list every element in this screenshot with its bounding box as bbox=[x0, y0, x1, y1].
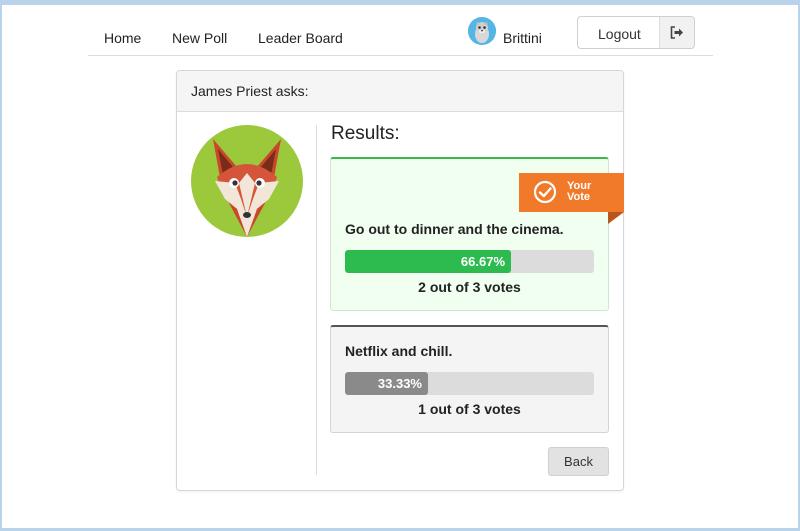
logout-button[interactable]: Logout bbox=[577, 16, 695, 49]
nav-leader-board-link[interactable]: Leader Board bbox=[258, 30, 343, 46]
vertical-divider bbox=[316, 125, 317, 475]
poll-result-card: James Priest asks: Results: Go out to di… bbox=[176, 70, 624, 491]
option-progress-fill: 66.67% bbox=[345, 250, 511, 273]
option-percent-label: 66.67% bbox=[460, 254, 505, 269]
top-nav: Home New Poll Leader Board Brittini Logo… bbox=[88, 5, 713, 56]
option-percent-label: 33.33% bbox=[377, 376, 422, 391]
logout-label: Logout bbox=[598, 26, 641, 42]
your-vote-label: Your Vote bbox=[567, 180, 592, 203]
results-title: Results: bbox=[331, 123, 400, 144]
nav-home-link[interactable]: Home bbox=[104, 30, 141, 46]
poll-option-other: Netflix and chill. 33.33% 1 out of 3 vot… bbox=[330, 325, 609, 433]
option-vote-count: 2 out of 3 votes bbox=[418, 279, 521, 295]
nav-new-poll-link[interactable]: New Poll bbox=[172, 30, 227, 46]
option-progress-bar: 33.33% bbox=[345, 372, 594, 395]
poll-card-header: James Priest asks: bbox=[177, 71, 623, 112]
option-progress-fill: 33.33% bbox=[345, 372, 428, 395]
user-avatar-icon bbox=[468, 17, 496, 45]
option-text: Netflix and chill. bbox=[345, 343, 453, 359]
back-button[interactable]: Back bbox=[548, 447, 609, 476]
sign-out-icon bbox=[670, 26, 683, 39]
option-text: Go out to dinner and the cinema. bbox=[345, 221, 564, 237]
check-circle-icon bbox=[533, 180, 557, 204]
user-avatar bbox=[468, 17, 496, 45]
user-name: Brittini bbox=[503, 30, 542, 46]
option-progress-bar: 66.67% bbox=[345, 250, 594, 273]
your-vote-badge: Your Vote bbox=[519, 173, 624, 212]
option-vote-count: 1 out of 3 votes bbox=[418, 401, 521, 417]
window-left-border bbox=[0, 0, 2, 531]
your-vote-badge-fold bbox=[608, 212, 624, 224]
logout-icon-box bbox=[659, 17, 694, 48]
poll-author-heading: James Priest asks: bbox=[191, 83, 309, 99]
fox-avatar-icon bbox=[191, 125, 303, 237]
